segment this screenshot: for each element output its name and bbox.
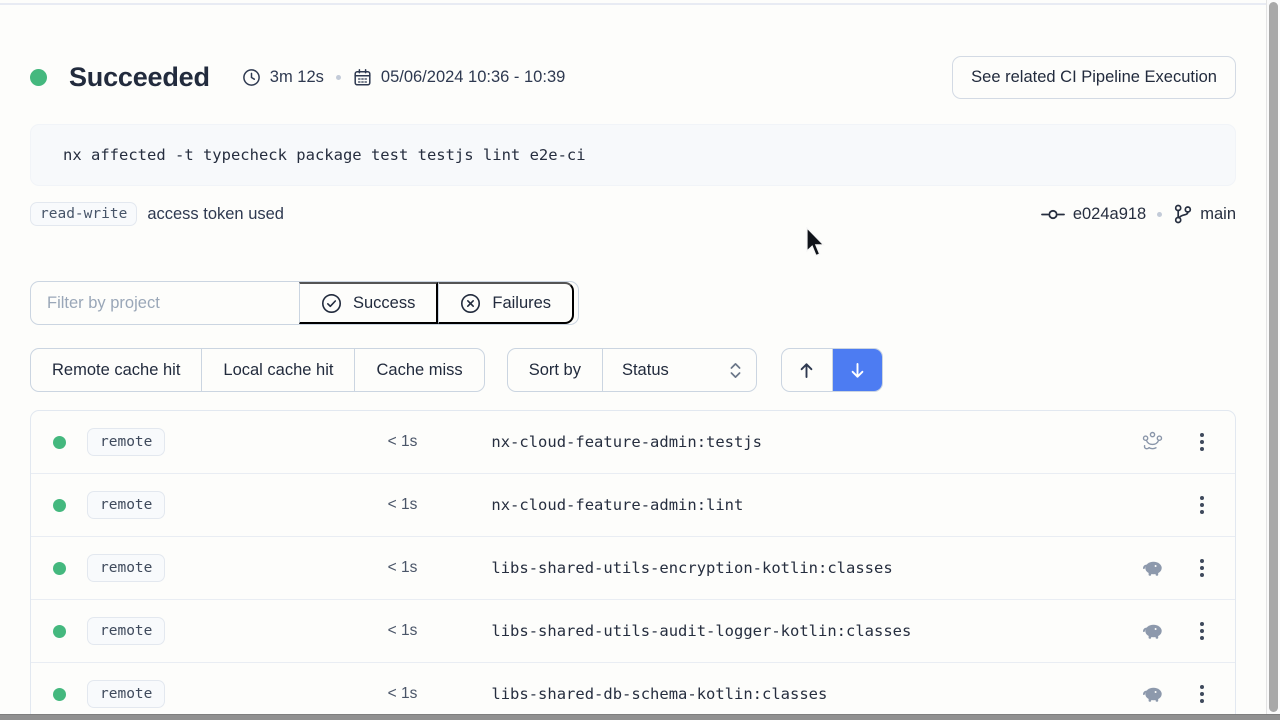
- success-filter-label: Success: [353, 294, 415, 313]
- cache-source-badge: remote: [87, 554, 165, 582]
- task-duration: < 1s: [165, 559, 417, 577]
- task-duration: < 1s: [165, 685, 417, 703]
- task-name: libs-shared-utils-encryption-kotlin:clas…: [491, 559, 892, 577]
- arrow-up-icon: [797, 361, 816, 380]
- vcs-info: e024a918 main: [1041, 204, 1236, 224]
- gradle-icon: [1141, 560, 1164, 577]
- tool-icon-slot: [1139, 430, 1165, 454]
- git-branch-icon: [1173, 204, 1192, 224]
- task-status-dot: [53, 436, 66, 449]
- kebab-menu-icon[interactable]: [1195, 433, 1209, 451]
- task-name: nx-cloud-feature-admin:lint: [491, 496, 743, 514]
- window-bottom-edge: [0, 714, 1280, 720]
- sort-by-label: Sort by: [508, 349, 602, 391]
- scrollbar-thumb[interactable]: [1269, 2, 1278, 712]
- access-token-badge: read-write: [30, 202, 137, 226]
- cache-source-badge: remote: [87, 491, 165, 519]
- tool-icon-slot: [1139, 619, 1165, 643]
- task-list-card: remote < 1s nx-cloud-feature-admin:testj…: [30, 410, 1236, 720]
- task-duration: < 1s: [165, 433, 417, 451]
- task-status-dot: [53, 499, 66, 512]
- task-row[interactable]: remote < 1s libs-shared-db-schema-kotlin…: [31, 663, 1235, 720]
- task-name: libs-shared-utils-audit-logger-kotlin:cl…: [491, 622, 911, 640]
- tool-icon-slot: [1139, 493, 1165, 517]
- x-circle-icon: [460, 293, 481, 314]
- token-row: read-write access token used e024a918 ma…: [30, 199, 1236, 229]
- arrow-down-icon: [848, 361, 867, 380]
- branch-name[interactable]: main: [1200, 205, 1236, 224]
- sort-select-value: Status: [622, 361, 669, 380]
- vertical-scrollbar[interactable]: [1266, 0, 1280, 714]
- run-duration: 3m 12s: [270, 68, 324, 87]
- task-row[interactable]: remote < 1s libs-shared-utils-audit-logg…: [31, 600, 1235, 663]
- command-block: nx affected -t typecheck package test te…: [30, 124, 1236, 186]
- run-meta: 3m 12s 05/06/2024 10:36 - 10:39: [242, 68, 566, 87]
- task-status-dot: [53, 688, 66, 701]
- kebab-menu-icon[interactable]: [1195, 685, 1209, 703]
- remote-cache-hit-button[interactable]: Remote cache hit: [31, 349, 201, 391]
- run-status-title: Succeeded: [69, 62, 210, 93]
- cache-miss-button[interactable]: Cache miss: [354, 349, 483, 391]
- calendar-icon: [353, 68, 372, 87]
- dot-separator: [336, 75, 341, 80]
- jest-icon: [1141, 431, 1164, 453]
- status-dot: [30, 69, 47, 86]
- dot-separator: [1157, 212, 1162, 217]
- kebab-menu-icon[interactable]: [1195, 559, 1209, 577]
- sort-direction-group: [781, 348, 883, 392]
- mouse-cursor: [806, 227, 828, 259]
- git-commit-icon: [1041, 207, 1065, 222]
- access-token-label: access token used: [147, 205, 284, 224]
- cache-source-badge: remote: [87, 680, 165, 708]
- task-row[interactable]: remote < 1s nx-cloud-feature-admin:testj…: [31, 411, 1235, 474]
- gradle-icon: [1141, 623, 1164, 640]
- tool-icon-slot: [1139, 556, 1165, 580]
- task-row[interactable]: remote < 1s nx-cloud-feature-admin:lint: [31, 474, 1235, 537]
- local-cache-hit-button[interactable]: Local cache hit: [201, 349, 354, 391]
- task-status-dot: [53, 625, 66, 638]
- task-duration: < 1s: [165, 622, 417, 640]
- cache-sort-toolbar: Remote cache hit Local cache hit Cache m…: [30, 348, 883, 392]
- tool-icon-slot: [1139, 682, 1165, 706]
- cache-source-badge: remote: [87, 617, 165, 645]
- cache-source-badge: remote: [87, 428, 165, 456]
- filter-group: Success Failures: [30, 281, 579, 325]
- clock-icon: [242, 68, 261, 87]
- task-status-dot: [53, 562, 66, 575]
- run-header: Succeeded 3m 12s 05/06/2024 10:36 - 10:3…: [30, 54, 1236, 100]
- task-row[interactable]: remote < 1s libs-shared-utils-encryption…: [31, 537, 1235, 600]
- task-list: remote < 1s nx-cloud-feature-admin:testj…: [31, 411, 1235, 720]
- see-related-ci-pipeline-button[interactable]: See related CI Pipeline Execution: [952, 56, 1236, 99]
- cache-filter-group: Remote cache hit Local cache hit Cache m…: [30, 348, 485, 392]
- filter-by-project-input[interactable]: [31, 282, 299, 324]
- command-text: nx affected -t typecheck package test te…: [63, 146, 586, 164]
- commit-sha[interactable]: e024a918: [1073, 205, 1146, 224]
- task-name: libs-shared-db-schema-kotlin:classes: [491, 685, 827, 703]
- sort-select[interactable]: Status: [602, 349, 756, 391]
- sort-group: Sort by Status: [507, 348, 757, 392]
- gradle-icon: [1141, 686, 1164, 703]
- sort-descending-button[interactable]: [832, 349, 882, 391]
- run-date-range: 05/06/2024 10:36 - 10:39: [381, 68, 565, 87]
- task-name: nx-cloud-feature-admin:testjs: [491, 433, 762, 451]
- failures-filter-button[interactable]: Failures: [438, 282, 574, 324]
- chevron-up-down-icon: [729, 361, 742, 380]
- kebab-menu-icon[interactable]: [1195, 496, 1209, 514]
- check-circle-icon: [321, 293, 342, 314]
- success-filter-button[interactable]: Success: [299, 282, 438, 324]
- task-duration: < 1s: [165, 496, 417, 514]
- failures-filter-label: Failures: [492, 294, 551, 313]
- top-divider: [0, 3, 1266, 5]
- kebab-menu-icon[interactable]: [1195, 622, 1209, 640]
- sort-ascending-button[interactable]: [782, 349, 832, 391]
